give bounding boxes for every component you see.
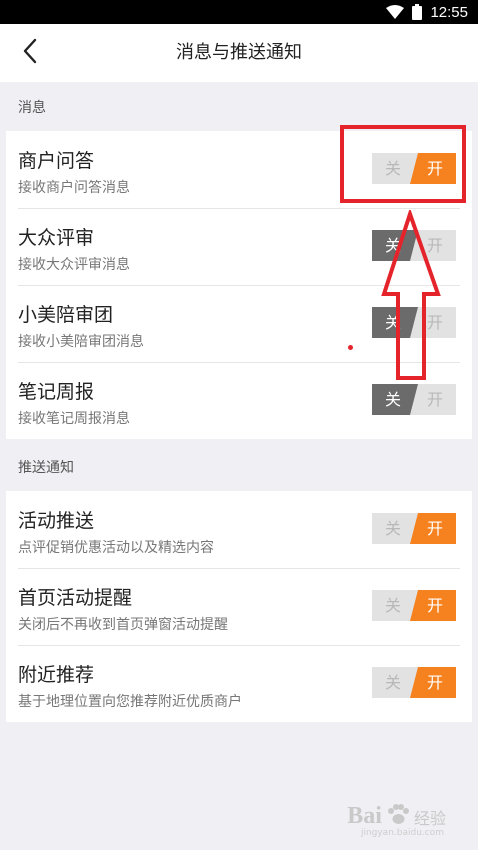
setting-subtitle: 基于地理位置向您推荐附近优质商户 (18, 694, 242, 710)
setting-title: 笔记周报 (18, 381, 95, 403)
page-title: 消息与推送通知 (176, 42, 302, 63)
setting-title: 首页活动提醒 (18, 587, 133, 609)
wifi-icon (386, 5, 405, 19)
watermark-text: 经验 (413, 808, 446, 828)
setting-title: 附近推荐 (18, 664, 95, 686)
toggle-on-label: 开 (426, 596, 443, 615)
paw-icon (386, 803, 410, 830)
annotation-highlight-box (340, 125, 466, 203)
up-arrow-icon (378, 207, 448, 386)
toggle-on-label: 开 (426, 673, 443, 692)
chevron-left-icon (22, 38, 38, 68)
setting-title: 大众评审 (18, 227, 95, 249)
setting-row-home-reminder: 首页活动提醒 关闭后不再收到首页弹窗活动提醒 关开 (6, 568, 472, 645)
toggle-switch[interactable]: 关开 (372, 590, 456, 621)
status-bar: 12:55 (0, 0, 478, 24)
setting-title: 小美陪审团 (18, 304, 114, 326)
toggle-on-label: 开 (426, 390, 443, 409)
annotation-dot (348, 345, 353, 350)
battery-icon (412, 4, 423, 20)
setting-subtitle: 点评促销优惠活动以及精选内容 (18, 540, 214, 556)
setting-title: 商户问答 (18, 150, 95, 172)
setting-row-activity-push: 活动推送 点评促销优惠活动以及精选内容 关开 (6, 491, 472, 568)
status-time: 12:55 (430, 3, 468, 21)
setting-subtitle: 接收大众评审消息 (18, 257, 130, 273)
toggle-switch[interactable]: 关开 (372, 513, 456, 544)
toggle-off-label: 关 (384, 596, 401, 615)
toggle-off-label: 关 (384, 673, 401, 692)
setting-subtitle: 关闭后不再收到首页弹窗活动提醒 (18, 617, 228, 633)
setting-subtitle: 接收笔记周报消息 (18, 411, 130, 427)
watermark: Bai 经验 (347, 803, 446, 830)
push-group: 活动推送 点评促销优惠活动以及精选内容 关开 首页活动提醒 关闭后不再收到首页弹… (6, 491, 472, 722)
setting-subtitle: 接收小美陪审团消息 (18, 334, 144, 350)
toggle-off-label: 关 (384, 519, 401, 538)
nav-bar: 消息与推送通知 (0, 24, 478, 82)
back-button[interactable] (10, 33, 50, 73)
toggle-off-label: 关 (384, 390, 401, 409)
watermark-url: jingyan.baidu.com (360, 828, 444, 838)
setting-title: 活动推送 (18, 510, 95, 532)
setting-subtitle: 接收商户问答消息 (18, 180, 130, 196)
section-header-push: 推送通知 (18, 460, 74, 476)
watermark-logo: Bai (347, 803, 382, 829)
section-header-messages: 消息 (18, 100, 46, 116)
setting-row-nearby: 附近推荐 基于地理位置向您推荐附近优质商户 关开 (6, 645, 472, 722)
toggle-switch[interactable]: 关开 (372, 667, 456, 698)
toggle-switch[interactable]: 关开 (372, 384, 456, 415)
toggle-on-label: 开 (426, 519, 443, 538)
